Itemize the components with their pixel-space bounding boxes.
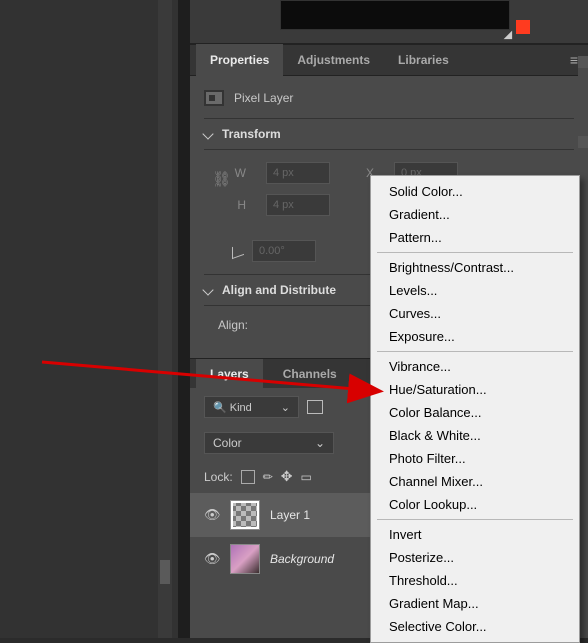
tab-properties[interactable]: Properties (196, 44, 283, 76)
menu-photo-filter[interactable]: Photo Filter... (371, 447, 579, 470)
menu-hue-saturation[interactable]: Hue/Saturation... (371, 378, 579, 401)
adjustment-layer-menu: Solid Color... Gradient... Pattern... Br… (370, 175, 580, 643)
menu-separator (377, 351, 573, 352)
chevron-down-icon (202, 128, 213, 139)
layer-kind-row: Pixel Layer (204, 86, 574, 118)
layer-filter-select[interactable]: 🔍 Kind ⌄ (204, 396, 299, 418)
menu-separator (377, 519, 573, 520)
lock-transparency-icon[interactable] (241, 470, 255, 484)
chevron-down-icon: ⌄ (281, 401, 290, 414)
menu-pattern[interactable]: Pattern... (371, 226, 579, 249)
menu-threshold[interactable]: Threshold... (371, 569, 579, 592)
transform-section-header[interactable]: Transform (204, 118, 574, 150)
width-label: W (232, 166, 246, 180)
menu-channel-mixer[interactable]: Channel Mixer... (371, 470, 579, 493)
blend-mode-value: Color (213, 436, 242, 450)
scrollbar-thumb[interactable] (160, 560, 170, 584)
lock-label: Lock: (204, 470, 233, 484)
chevron-down-icon: ⌄ (315, 436, 325, 450)
align-title: Align and Distribute (222, 283, 336, 297)
menu-color-balance[interactable]: Color Balance... (371, 401, 579, 424)
visibility-icon[interactable]: 👁 (204, 551, 220, 567)
layer-thumbnail[interactable] (230, 544, 260, 574)
scrollbar-thumb[interactable] (578, 136, 588, 148)
left-area (0, 0, 180, 638)
menu-gradient-map[interactable]: Gradient Map... (371, 592, 579, 615)
height-label: H (232, 198, 246, 212)
chevron-down-icon (202, 284, 213, 295)
preview-handle-arrow (504, 31, 517, 44)
angle-icon (232, 243, 244, 259)
menu-separator (377, 252, 573, 253)
pixel-layer-label: Pixel Layer (234, 91, 293, 105)
menu-black-white[interactable]: Black & White... (371, 424, 579, 447)
menu-exposure[interactable]: Exposure... (371, 325, 579, 348)
navigator-rect (280, 0, 510, 30)
tab-libraries[interactable]: Libraries (384, 44, 463, 76)
visibility-icon[interactable]: 👁 (204, 507, 220, 523)
angle-input[interactable]: 0.00° (252, 240, 316, 262)
menu-selective-color[interactable]: Selective Color... (371, 615, 579, 638)
menu-posterize[interactable]: Posterize... (371, 546, 579, 569)
kind-filter-label: Kind (230, 402, 252, 414)
menu-curves[interactable]: Curves... (371, 302, 579, 325)
align-label: Align: (218, 318, 248, 332)
scroll-up-button[interactable] (578, 56, 588, 68)
menu-vibrance[interactable]: Vibrance... (371, 355, 579, 378)
pixel-layer-icon (204, 90, 224, 106)
blend-mode-select[interactable]: Color ⌄ (204, 432, 334, 454)
panel-menu-icon[interactable]: ≡ (570, 52, 578, 68)
properties-tab-row: Properties Adjustments Libraries ≡ (190, 44, 588, 76)
tab-adjustments[interactable]: Adjustments (283, 44, 384, 76)
transform-title: Transform (222, 127, 281, 141)
menu-invert[interactable]: Invert (371, 523, 579, 546)
menu-color-lookup[interactable]: Color Lookup... (371, 493, 579, 516)
menu-gradient[interactable]: Gradient... (371, 203, 579, 226)
layer-name[interactable]: Layer 1 (270, 508, 310, 522)
link-wh-icon[interactable]: ⛓ (212, 170, 231, 188)
width-input[interactable]: 4 px (266, 162, 330, 184)
preview-handle[interactable] (505, 20, 530, 42)
height-input[interactable]: 4 px (266, 194, 330, 216)
search-icon: 🔍 (213, 402, 227, 414)
preview-handle-color (516, 20, 530, 34)
lock-artboard-icon[interactable]: ▭ (300, 470, 311, 484)
layer-name[interactable]: Background (270, 552, 334, 566)
lock-position-icon[interactable]: ✥ (281, 468, 293, 485)
preview-area (190, 0, 588, 44)
lock-pixels-icon[interactable]: ✎ (259, 468, 276, 485)
menu-solid-color[interactable]: Solid Color... (371, 180, 579, 203)
tab-layers[interactable]: Layers (196, 359, 263, 388)
panel-divider[interactable] (178, 0, 190, 638)
layer-thumbnail[interactable] (230, 500, 260, 530)
menu-brightness-contrast[interactable]: Brightness/Contrast... (371, 256, 579, 279)
workspace-scrollbar[interactable] (158, 0, 172, 638)
menu-levels[interactable]: Levels... (371, 279, 579, 302)
pixel-filter-icon[interactable] (307, 400, 323, 414)
tab-channels[interactable]: Channels (269, 359, 351, 388)
